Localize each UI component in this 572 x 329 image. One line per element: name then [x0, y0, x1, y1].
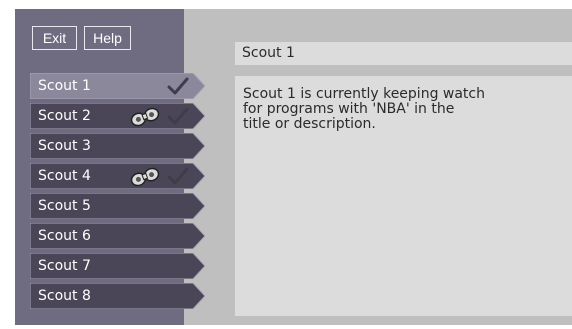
- scout-tab[interactable]: Scout 8: [30, 283, 205, 309]
- scout-screen: Exit Help Scout 1 Scout 2 Scout 3 Scout 4 Sc…: [0, 0, 572, 329]
- help-button[interactable]: Help: [84, 26, 131, 50]
- scout-tab-label: Scout 6: [38, 228, 91, 244]
- scout-tab[interactable]: Scout 4: [30, 163, 205, 189]
- scout-tab-label: Scout 7: [38, 258, 91, 274]
- scout-tab-label: Scout 2: [38, 108, 91, 124]
- scout-tab-label: Scout 8: [38, 288, 91, 304]
- scout-tab[interactable]: Scout 6: [30, 223, 205, 249]
- exit-button[interactable]: Exit: [32, 26, 77, 50]
- scout-tab-label: Scout 4: [38, 168, 91, 184]
- scout-tab[interactable]: Scout 5: [30, 193, 205, 219]
- detail-title: Scout 1: [242, 45, 295, 61]
- description-line: Scout 1 is currently keeping watch: [243, 86, 485, 102]
- scout-tab-label: Scout 3: [38, 138, 91, 154]
- scout-tab[interactable]: Scout 7: [30, 253, 205, 279]
- scout-tab-label: Scout 5: [38, 198, 91, 214]
- description-line: for programs with 'NBA' in the: [243, 101, 455, 117]
- description-line: title or description.: [243, 116, 376, 132]
- scout-tab[interactable]: Scout 1: [30, 73, 205, 99]
- scout-tab-label: Scout 1: [38, 78, 91, 94]
- scout-tab[interactable]: Scout 3: [30, 133, 205, 159]
- scout-tab[interactable]: Scout 2: [30, 103, 205, 129]
